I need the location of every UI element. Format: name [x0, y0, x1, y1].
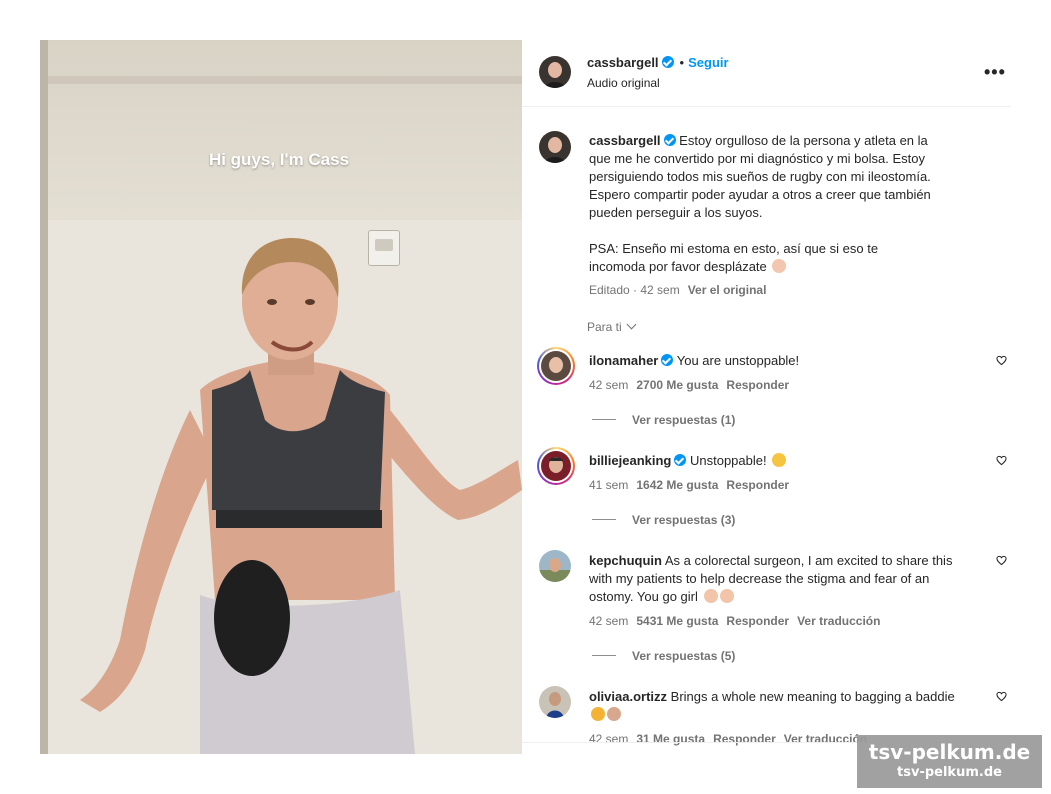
- verified-badge-icon: [674, 454, 687, 466]
- watermark: tsv-pelkum.de tsv-pelkum.de: [857, 735, 1042, 788]
- view-replies-label: Ver respuestas (5): [632, 649, 736, 663]
- like-heart-icon[interactable]: [996, 355, 1007, 366]
- comment-body: ilonamaher You are unstoppable!: [589, 352, 964, 370]
- comment-username[interactable]: oliviaa.ortizz: [589, 689, 667, 704]
- flexed-biceps-emoji-icon: [719, 589, 734, 603]
- view-replies-button[interactable]: Ver respuestas (5): [592, 649, 735, 663]
- reply-button[interactable]: Responder: [726, 478, 789, 492]
- see-translation-link[interactable]: Ver traducción: [784, 732, 867, 746]
- comment-meta: 42 sem 5431 Me gusta Responder Ver traducci…: [589, 614, 880, 628]
- comment-likes[interactable]: 5431 Me gusta: [636, 614, 718, 628]
- comment-meta: 42 sem 31 Me gusta Responder Ver traducción: [589, 732, 867, 746]
- flexed-biceps-emoji-icon: [772, 453, 787, 467]
- view-replies-label: Ver respuestas (3): [632, 513, 736, 527]
- see-original-link[interactable]: Ver el original: [688, 283, 767, 297]
- comment-username[interactable]: kepchuquin: [589, 553, 662, 568]
- clapping-hands-emoji-icon: [703, 589, 718, 603]
- view-replies-button[interactable]: Ver respuestas (3): [592, 513, 735, 527]
- heart-hands-emoji-icon: [772, 259, 787, 273]
- post-header-user: cassbargell • Seguir: [587, 55, 729, 70]
- commenter-avatar[interactable]: [539, 686, 571, 718]
- comment-time[interactable]: 42 sem: [589, 732, 628, 746]
- comment-text: You are unstoppable!: [676, 353, 800, 368]
- person-illustration: [80, 238, 522, 754]
- reply-button[interactable]: Responder: [713, 732, 776, 746]
- like-heart-icon[interactable]: [996, 555, 1007, 566]
- post-caption: cassbargell Estoy orgulloso de la person…: [589, 132, 934, 276]
- comment-body: kepchuquin As a colorectal surgeon, I am…: [589, 552, 964, 606]
- edited-time: Editado · 42 sem: [589, 283, 680, 297]
- like-heart-icon[interactable]: [996, 691, 1007, 702]
- comment-body: billiejeanking Unstoppable!: [589, 452, 964, 470]
- verified-badge-icon: [661, 56, 674, 68]
- for-you-dropdown[interactable]: Para ti: [587, 319, 637, 334]
- follow-button[interactable]: Seguir: [688, 55, 728, 70]
- comment-time[interactable]: 42 sem: [589, 378, 628, 392]
- more-horizontal-icon[interactable]: •••: [984, 62, 1006, 83]
- comment-username[interactable]: billiejeanking: [589, 453, 671, 468]
- author-username[interactable]: cassbargell: [587, 55, 659, 70]
- caption-meta: Editado · 42 sem Ver el original: [589, 283, 766, 297]
- comment-likes[interactable]: 1642 Me gusta: [636, 478, 718, 492]
- story-ring[interactable]: [537, 447, 575, 485]
- comment-likes[interactable]: 31 Me gusta: [636, 732, 705, 746]
- view-replies-button[interactable]: Ver respuestas (1): [592, 413, 735, 427]
- reply-button[interactable]: Responder: [726, 378, 789, 392]
- reply-button[interactable]: Responder: [726, 614, 789, 628]
- chevron-down-icon: [626, 319, 637, 330]
- for-you-label: Para ti: [587, 320, 622, 334]
- audio-label[interactable]: Audio original: [587, 76, 660, 90]
- header-divider: [522, 106, 1011, 107]
- separator-dot: •: [679, 55, 685, 70]
- replies-line: [592, 655, 616, 656]
- comment-username[interactable]: ilonamaher: [589, 353, 658, 368]
- view-replies-label: Ver respuestas (1): [632, 413, 736, 427]
- caption-psa: PSA: Enseño mi estoma en esto, así que s…: [589, 241, 879, 274]
- caption-username[interactable]: cassbargell: [589, 133, 661, 148]
- replies-line: [592, 519, 616, 520]
- comment-meta: 42 sem 2700 Me gusta Responder: [589, 378, 789, 392]
- verified-badge-icon: [661, 354, 674, 366]
- commenter-avatar[interactable]: [539, 550, 571, 582]
- caption-author-avatar[interactable]: [539, 131, 571, 163]
- comment-time[interactable]: 42 sem: [589, 614, 628, 628]
- author-avatar[interactable]: [539, 56, 571, 88]
- post-details-panel: cassbargell • Seguir Audio original ••• ca…: [522, 40, 1011, 754]
- video-overlay-text: Hi guys, I'm Cass: [208, 150, 350, 169]
- comment-text: Unstoppable!: [689, 453, 767, 468]
- comment-body: oliviaa.ortizz Brings a whole new meanin…: [589, 688, 964, 724]
- hand-emoji-icon: [607, 707, 621, 721]
- comment-time[interactable]: 41 sem: [589, 478, 628, 492]
- post-video[interactable]: Hi guys, I'm Cass: [40, 40, 522, 754]
- comment-likes[interactable]: 2700 Me gusta: [636, 378, 718, 392]
- comment-text: Brings a whole new meaning to bagging a …: [670, 689, 955, 704]
- replies-line: [592, 419, 616, 420]
- comment-meta: 41 sem 1642 Me gusta Responder: [589, 478, 789, 492]
- story-ring[interactable]: [537, 347, 575, 385]
- like-heart-icon[interactable]: [996, 455, 1007, 466]
- watermark-line-2: tsv-pelkum.de: [897, 765, 1002, 780]
- see-translation-link[interactable]: Ver traducción: [797, 614, 880, 628]
- verified-badge-icon: [663, 134, 676, 146]
- face-emoji-icon: [591, 707, 605, 721]
- watermark-line-1: tsv-pelkum.de: [868, 740, 1031, 764]
